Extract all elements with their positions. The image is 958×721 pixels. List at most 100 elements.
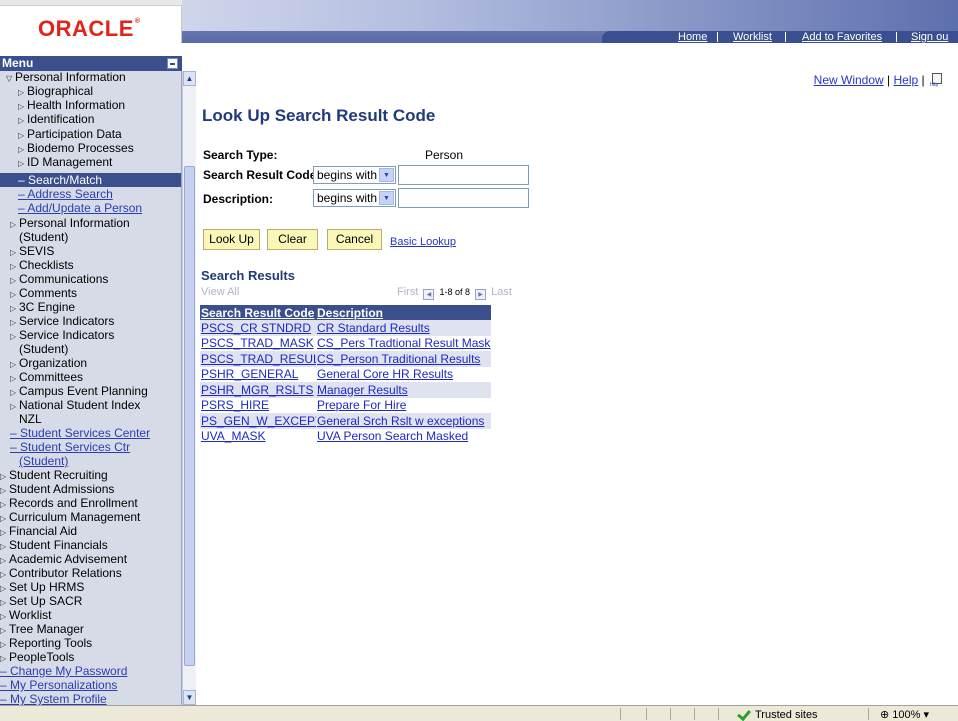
menu-folder-biodemo-processes[interactable]: ▷ Biodemo Processes	[18, 142, 134, 156]
menu-item-student-services-center[interactable]: Student Services Center	[10, 427, 150, 439]
nav-add-favorites-link[interactable]: Add to Favorites	[802, 31, 882, 43]
menu-folder-curriculum-management[interactable]: ▷ Curriculum Management	[0, 511, 140, 525]
security-zone[interactable]: Trusted sites	[738, 708, 818, 721]
menu-folder-communications[interactable]: ▷ Communications	[10, 273, 108, 287]
menu-item-student-services-ctr[interactable]: Student Services Ctr	[10, 441, 130, 453]
menu-collapse-icon[interactable]	[167, 58, 178, 69]
menu-folder-student-financials[interactable]: ▷ Student Financials	[0, 539, 108, 553]
menu-folder-worklist[interactable]: ▷ Worklist	[0, 609, 51, 623]
page-header-links: New Window | Help |	[814, 73, 942, 88]
menu-item-my-system-profile[interactable]: My System Profile	[0, 693, 107, 705]
menu-folder-national-student-index[interactable]: ▷ National Student Index	[10, 399, 140, 413]
menu-folder-3c-engine[interactable]: ▷ 3C Engine	[10, 301, 75, 315]
logo-area: ORACLE®	[0, 0, 182, 43]
menu-folder-student-admissions[interactable]: ▷ Student Admissions	[0, 483, 114, 497]
description-input[interactable]	[398, 188, 529, 208]
result-description-cell[interactable]: Prepare For Hire	[316, 397, 492, 413]
view-all-link[interactable]: View All	[201, 286, 239, 298]
menu-folder-student-recruiting[interactable]: ▷ Student Recruiting	[0, 469, 108, 483]
scrollbar-thumb[interactable]	[184, 166, 195, 666]
menu-folder-continuation[interactable]: (Student)	[19, 343, 68, 355]
result-code-cell[interactable]: PSCS_CR STNDRD	[200, 320, 316, 336]
menu-scrollbar[interactable]: ▲ ▼	[182, 71, 196, 705]
http-help-icon[interactable]	[930, 73, 942, 88]
table-row: UVA_MASK UVA Person Search Masked	[200, 428, 492, 444]
menu-item-my-personalizations[interactable]: My Personalizations	[0, 679, 117, 691]
code-operator-select[interactable]: begins with ▼	[313, 166, 396, 184]
pager-last[interactable]: Last	[491, 286, 512, 298]
scroll-down-arrow-icon[interactable]: ▼	[183, 690, 196, 705]
menu-folder-health-information[interactable]: ▷ Health Information	[18, 99, 125, 113]
menu-folder-personal-information-student[interactable]: ▷ Personal Information	[10, 217, 130, 231]
scroll-up-arrow-icon[interactable]: ▲	[183, 71, 196, 86]
menu-folder-participation-data[interactable]: ▷ Participation Data	[18, 128, 122, 142]
help-link[interactable]: Help	[894, 73, 919, 87]
result-description-cell[interactable]: General Core HR Results	[316, 366, 492, 382]
menu-folder-organization[interactable]: ▷ Organization	[10, 357, 87, 371]
result-description-cell[interactable]: General Srch Rslt w exceptions	[316, 413, 492, 429]
pager-next-icon[interactable]: ▶	[475, 289, 487, 300]
triangle-closed-icon: ▷	[0, 570, 7, 579]
logo-top-strip	[0, 0, 182, 6]
basic-lookup-link[interactable]: Basic Lookup	[390, 236, 456, 248]
result-description-cell[interactable]: CS_Pers Tradtional Result Mask	[316, 335, 492, 351]
menu-folder-reporting-tools[interactable]: ▷ Reporting Tools	[0, 637, 92, 651]
column-header-code[interactable]: Search Result Code	[200, 305, 316, 320]
menu-item-address-search[interactable]: Address Search	[18, 188, 112, 200]
menu-folder-financial-aid[interactable]: ▷ Financial Aid	[0, 525, 77, 539]
menu-folder-contributor-relations[interactable]: ▷ Contributor Relations	[0, 567, 122, 581]
result-code-cell[interactable]: PSRS_HIRE	[200, 397, 316, 413]
menu-folder-records-enrollment[interactable]: ▷ Records and Enrollment	[0, 497, 138, 511]
menu-folder-continuation[interactable]: (Student)	[19, 231, 68, 243]
result-description-cell[interactable]: CS_Person Traditional Results	[316, 351, 492, 367]
result-description-cell[interactable]: UVA Person Search Masked	[316, 428, 492, 444]
result-code-cell[interactable]: PS_GEN_W_EXCEPT	[200, 413, 316, 429]
dropdown-arrow-icon[interactable]: ▼	[379, 168, 394, 182]
result-code-cell[interactable]: PSHR_GENERAL	[200, 366, 316, 382]
menu-folder-biographical[interactable]: ▷ Biographical	[18, 85, 93, 99]
menu-folder-identification[interactable]: ▷ Identification	[18, 113, 94, 127]
nav-worklist-link[interactable]: Worklist	[733, 31, 772, 43]
dropdown-arrow-icon[interactable]: ▼	[379, 191, 394, 205]
menu-folder-personal-information[interactable]: ▽ Personal Information	[6, 71, 126, 85]
menu-folder-tree-manager[interactable]: ▷ Tree Manager	[0, 623, 84, 637]
triangle-closed-icon: ▷	[10, 360, 17, 369]
pager-first[interactable]: First	[397, 286, 418, 298]
nav-home-link[interactable]: Home	[678, 31, 707, 43]
menu-folder-sevis[interactable]: ▷ SEVIS	[10, 245, 54, 259]
menu-folder-id-management[interactable]: ▷ ID Management	[18, 156, 112, 170]
look-up-button[interactable]: Look Up	[203, 229, 260, 250]
menu-folder-set-up-sacr[interactable]: ▷ Set Up SACR	[0, 595, 82, 609]
menu-folder-academic-advisement[interactable]: ▷ Academic Advisement	[0, 553, 127, 567]
clear-button[interactable]: Clear	[267, 229, 318, 250]
zoom-control[interactable]: ⊕ 100% ▾	[880, 708, 929, 721]
menu-folder-committees[interactable]: ▷ Committees	[10, 371, 83, 385]
menu-folder-checklists[interactable]: ▷ Checklists	[10, 259, 74, 273]
triangle-closed-icon: ▷	[10, 388, 17, 397]
result-code-cell[interactable]: UVA_MASK	[200, 428, 316, 444]
column-header-description[interactable]: Description	[316, 305, 492, 320]
triangle-closed-icon: ▷	[0, 612, 7, 621]
description-operator-select[interactable]: begins with ▼	[313, 189, 396, 207]
result-code-cell[interactable]: PSCS_TRAD_RESUL	[200, 351, 316, 367]
menu-item-continuation[interactable]: (Student)	[19, 455, 68, 467]
cancel-button[interactable]: Cancel	[327, 229, 382, 250]
menu-item-search-match[interactable]: – Search/Match	[0, 173, 181, 187]
pager-prev-icon[interactable]: ◀	[423, 289, 435, 300]
menu-item-add-update-person[interactable]: Add/Update a Person	[18, 202, 142, 214]
search-result-code-input[interactable]	[398, 165, 529, 185]
result-description-cell[interactable]: Manager Results	[316, 382, 492, 398]
nav-sign-out-link[interactable]: Sign ou	[911, 31, 948, 43]
result-code-cell[interactable]: PSCS_TRAD_MASK	[200, 335, 316, 351]
menu-folder-set-up-hrms[interactable]: ▷ Set Up HRMS	[0, 581, 84, 595]
menu-folder-peopletools[interactable]: ▷ PeopleTools	[0, 651, 74, 665]
menu-folder-service-indicators-student[interactable]: ▷ Service Indicators	[10, 329, 114, 343]
menu-item-change-password[interactable]: Change My Password	[0, 665, 127, 677]
menu-folder-continuation[interactable]: NZL	[19, 413, 42, 425]
new-window-link[interactable]: New Window	[814, 73, 884, 87]
result-description-cell[interactable]: CR Standard Results	[316, 320, 492, 336]
menu-folder-service-indicators[interactable]: ▷ Service Indicators	[10, 315, 114, 329]
menu-folder-campus-event-planning[interactable]: ▷ Campus Event Planning	[10, 385, 148, 399]
menu-folder-comments[interactable]: ▷ Comments	[10, 287, 77, 301]
result-code-cell[interactable]: PSHR_MGR_RSLTS	[200, 382, 316, 398]
